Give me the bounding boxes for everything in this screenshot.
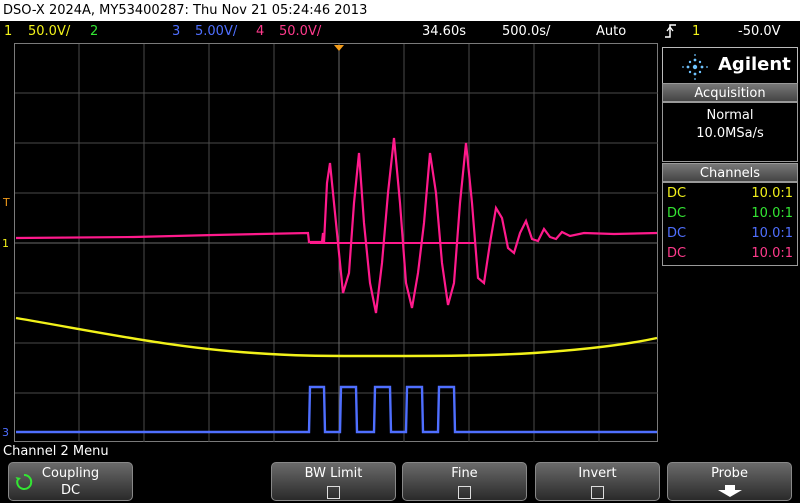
invert-softkey[interactable]: Invert	[535, 462, 660, 501]
ch1-scale[interactable]: 50.0V/	[28, 21, 70, 43]
ch3-scale[interactable]: 5.00V/	[195, 21, 237, 43]
channel-row-1: DC 10.0:1	[663, 184, 797, 204]
sample-rate: 10.0MSa/s	[696, 126, 764, 141]
trigger-level-marker[interactable]: T	[3, 197, 10, 208]
arrow-down-icon	[668, 484, 791, 502]
horizontal-scale[interactable]: 500.0s/	[502, 21, 550, 43]
bw-limit-softkey[interactable]: BW Limit	[271, 462, 396, 501]
ch1-ground-marker[interactable]: 1	[2, 238, 9, 249]
ch4-scale[interactable]: 50.0V/	[279, 21, 321, 43]
menu-title: Channel 2 Menu	[3, 444, 109, 459]
channel-1-coupling: DC	[667, 186, 687, 201]
channel-2-probe: 10.0:1	[751, 206, 793, 221]
channel-2-coupling: DC	[667, 206, 687, 221]
channel-1-probe: 10.0:1	[751, 186, 793, 201]
invert-label: Invert	[578, 466, 617, 481]
ch3-ground-marker[interactable]: 3	[2, 427, 9, 438]
waveform-display[interactable]: T 1 3	[2, 43, 659, 443]
channel-4-coupling: DC	[667, 246, 687, 261]
ch2-number[interactable]: 2	[90, 21, 98, 43]
trigger-source[interactable]: 1	[692, 21, 700, 43]
acquisition-header[interactable]: Acquisition	[662, 83, 798, 102]
acquisition-info: Normal 10.0MSa/s	[662, 102, 798, 162]
channels-info: DC 10.0:1 DC 10.0:1 DC 10.0:1 DC 10.0:1	[662, 182, 798, 266]
channels-header[interactable]: Channels	[662, 163, 798, 182]
info-panel: Agilent Acquisition Normal 10.0MSa/s Cha…	[660, 43, 800, 443]
ch4-number[interactable]: 4	[256, 21, 264, 43]
channel-row-4: DC 10.0:1	[663, 244, 797, 264]
fine-softkey[interactable]: Fine	[402, 462, 527, 501]
window-title-bar: DSO-X 2024A, MY53400287: Thu Nov 21 05:2…	[0, 0, 800, 21]
trigger-level[interactable]: -50.0V	[738, 21, 781, 43]
channel-4-probe: 10.0:1	[751, 246, 793, 261]
bw-limit-label: BW Limit	[304, 466, 363, 481]
ch3-number[interactable]: 3	[172, 21, 180, 43]
status-bar: 1 50.0V/ 2 3 5.00V/ 4 50.0V/ 34.60s 500.…	[0, 21, 800, 43]
channel-row-2: DC 10.0:1	[663, 204, 797, 224]
probe-softkey[interactable]: Probe	[667, 462, 792, 501]
channel-row-3: DC 10.0:1	[663, 224, 797, 244]
trigger-mode[interactable]: Auto	[596, 21, 626, 43]
spark-icon	[682, 54, 708, 80]
horizontal-position[interactable]: 34.60s	[422, 21, 466, 43]
channel-3-probe: 10.0:1	[751, 226, 793, 241]
probe-label: Probe	[711, 466, 748, 481]
rotate-knob-icon	[15, 473, 33, 495]
channel-3-coupling: DC	[667, 226, 687, 241]
coupling-softkey[interactable]: Coupling DC	[8, 462, 133, 501]
fine-checkbox[interactable]	[458, 486, 471, 499]
graticule	[14, 43, 658, 442]
invert-checkbox[interactable]	[591, 486, 604, 499]
brand-logo: Agilent	[662, 47, 798, 85]
ch1-number[interactable]: 1	[4, 21, 12, 43]
window-title: DSO-X 2024A, MY53400287: Thu Nov 21 05:2…	[3, 3, 368, 18]
brand-name: Agilent	[718, 54, 791, 75]
acquisition-mode: Normal	[706, 108, 754, 123]
fine-label: Fine	[451, 466, 478, 481]
bw-limit-checkbox[interactable]	[327, 486, 340, 499]
